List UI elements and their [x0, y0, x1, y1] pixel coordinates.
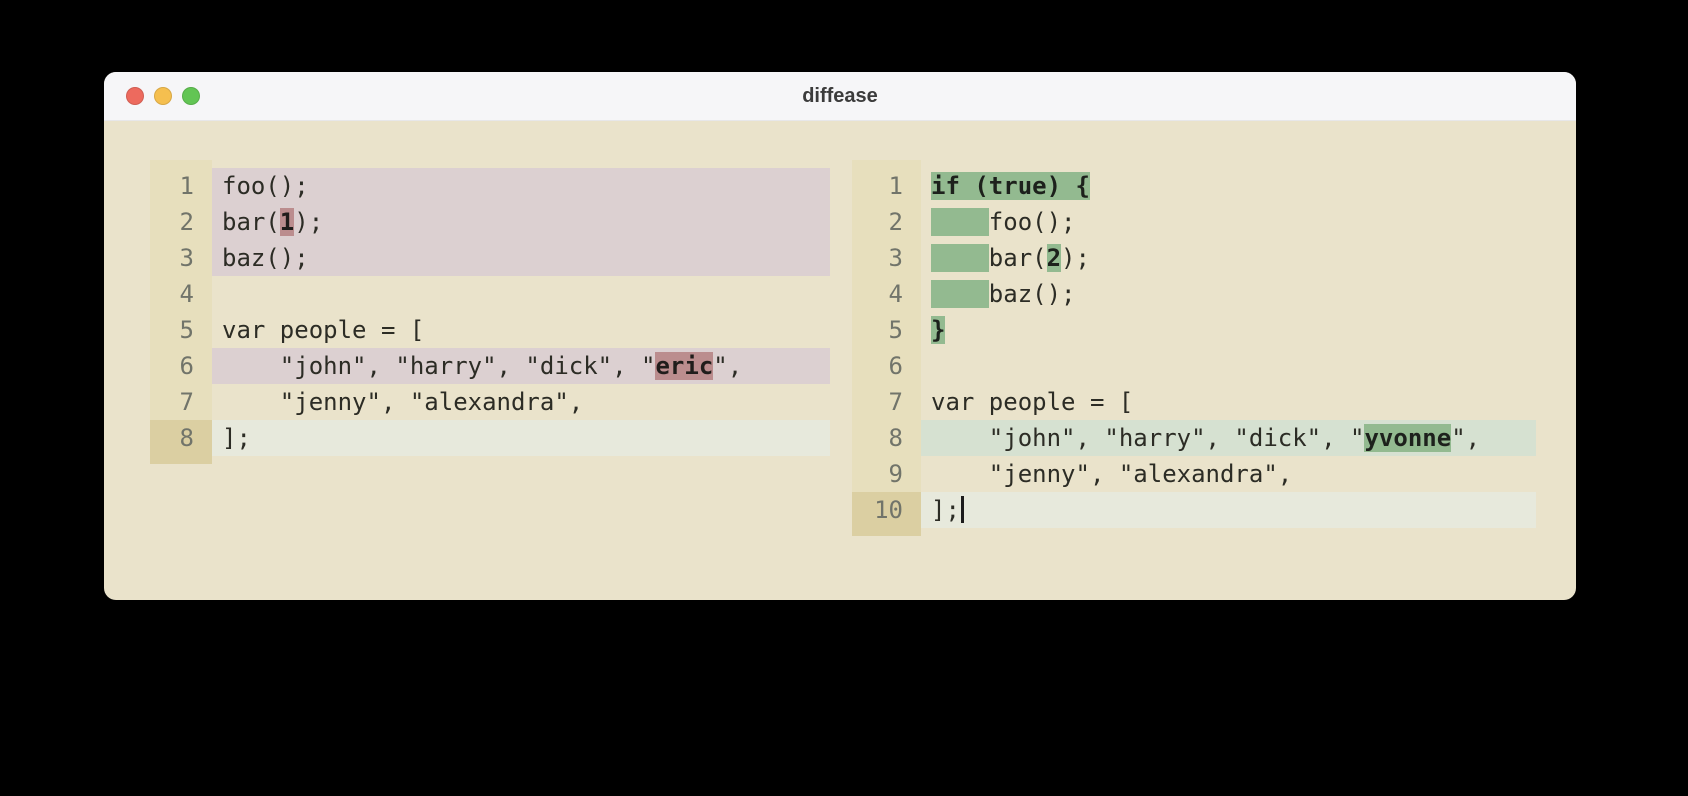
diff-line[interactable]: if (true) { — [921, 168, 1536, 204]
minimize-button[interactable] — [154, 87, 172, 105]
line-number: 3 — [179, 244, 194, 272]
line-number: 8 — [888, 424, 903, 452]
diff-line[interactable]: var people = [ — [212, 312, 830, 348]
diff-line[interactable]: baz(); — [921, 276, 1536, 312]
added-indent — [931, 244, 989, 272]
diff-line[interactable] — [212, 276, 830, 312]
traffic-lights — [126, 72, 200, 120]
diff-line[interactable]: foo(); — [921, 204, 1536, 240]
diff-line[interactable]: foo(); — [212, 168, 830, 204]
line-number: 2 — [179, 208, 194, 236]
added-indent — [931, 208, 989, 236]
code-text: baz(); — [988, 280, 1076, 308]
code-text: bar( — [988, 244, 1047, 272]
diff-line[interactable] — [921, 348, 1536, 384]
diff-pane-left: 12345678 foo(); bar(1); baz(); var people =… — [150, 160, 830, 464]
code-text: ); — [1061, 244, 1090, 272]
line-number: 4 — [888, 280, 903, 308]
line-number: 3 — [888, 244, 903, 272]
diff-line[interactable]: bar(1); — [212, 204, 830, 240]
code-text: ", — [713, 352, 743, 380]
removed-text: eric — [655, 352, 714, 380]
diff-line[interactable]: ]; — [212, 420, 830, 456]
diff-line[interactable]: "jenny", "alexandra", — [212, 384, 830, 420]
line-number: 8 — [150, 420, 212, 456]
diff-line[interactable]: var people = [ — [921, 384, 1536, 420]
code-text: ", — [1451, 424, 1481, 452]
line-number: 1 — [179, 172, 194, 200]
line-number: 10 — [852, 492, 921, 528]
code-text: bar( — [222, 208, 280, 236]
window-title: diffease — [802, 84, 878, 107]
zoom-button[interactable] — [182, 87, 200, 105]
close-button[interactable] — [126, 87, 144, 105]
diff-line[interactable]: "jenny", "alexandra", — [921, 456, 1536, 492]
app-window: diffease 12345678 foo(); bar(1); baz(); var… — [104, 72, 1576, 600]
code-text: baz(); — [222, 244, 309, 272]
line-number: 7 — [179, 388, 194, 416]
added-text: 2 — [1046, 244, 1062, 272]
code-text: var people = [ — [222, 316, 425, 344]
line-number: 7 — [888, 388, 903, 416]
code-text: "jenny", "alexandra", — [931, 460, 1293, 488]
code-text: foo(); — [222, 172, 309, 200]
diff-pane-right: 1 2 3 4 5 6 7 8 9 10 if (true) { foo(); bar(2); b… — [852, 160, 1536, 536]
code-text: ]; — [222, 424, 251, 452]
line-number: 1 — [888, 172, 903, 200]
line-number: 9 — [888, 460, 903, 488]
added-indent — [931, 280, 989, 308]
added-text: if (true) { — [931, 172, 1090, 200]
code-text: "john", "harry", "dick", " — [931, 424, 1365, 452]
code-text: var people = [ — [931, 388, 1134, 416]
text-cursor — [960, 496, 964, 523]
code-area-left: foo(); bar(1); baz(); var people = [ "john"… — [212, 160, 830, 464]
diff-line[interactable]: "john", "harry", "dick", "eric", — [212, 348, 830, 384]
diff-line[interactable]: ]; — [921, 492, 1536, 528]
line-number: 6 — [888, 352, 903, 380]
diff-line[interactable]: } — [921, 312, 1536, 348]
line-number: 5 — [179, 316, 194, 344]
code-text: ]; — [931, 496, 960, 524]
title-bar[interactable]: diffease — [104, 72, 1576, 121]
line-number-gutter: 1 2 3 4 5 6 7 8 — [150, 160, 212, 464]
line-number: 5 — [888, 316, 903, 344]
diff-line[interactable]: baz(); — [212, 240, 830, 276]
line-number: 4 — [179, 280, 194, 308]
line-number-gutter: 1 2 3 4 5 6 7 8 9 10 — [852, 160, 921, 536]
diff-line[interactable]: "john", "harry", "dick", "yvonne", — [921, 420, 1536, 456]
code-text: foo(); — [988, 208, 1076, 236]
code-text: "jenny", "alexandra", — [222, 388, 584, 416]
line-number: 2 — [888, 208, 903, 236]
code-area-right: if (true) { foo(); bar(2); baz();} var pe… — [921, 160, 1536, 536]
added-text: yvonne — [1364, 424, 1452, 452]
added-text: } — [931, 316, 946, 344]
code-text: ); — [294, 208, 324, 236]
line-number: 6 — [179, 352, 194, 380]
diff-line[interactable]: bar(2); — [921, 240, 1536, 276]
code-text: "john", "harry", "dick", " — [222, 352, 656, 380]
removed-text: 1 — [279, 208, 295, 236]
